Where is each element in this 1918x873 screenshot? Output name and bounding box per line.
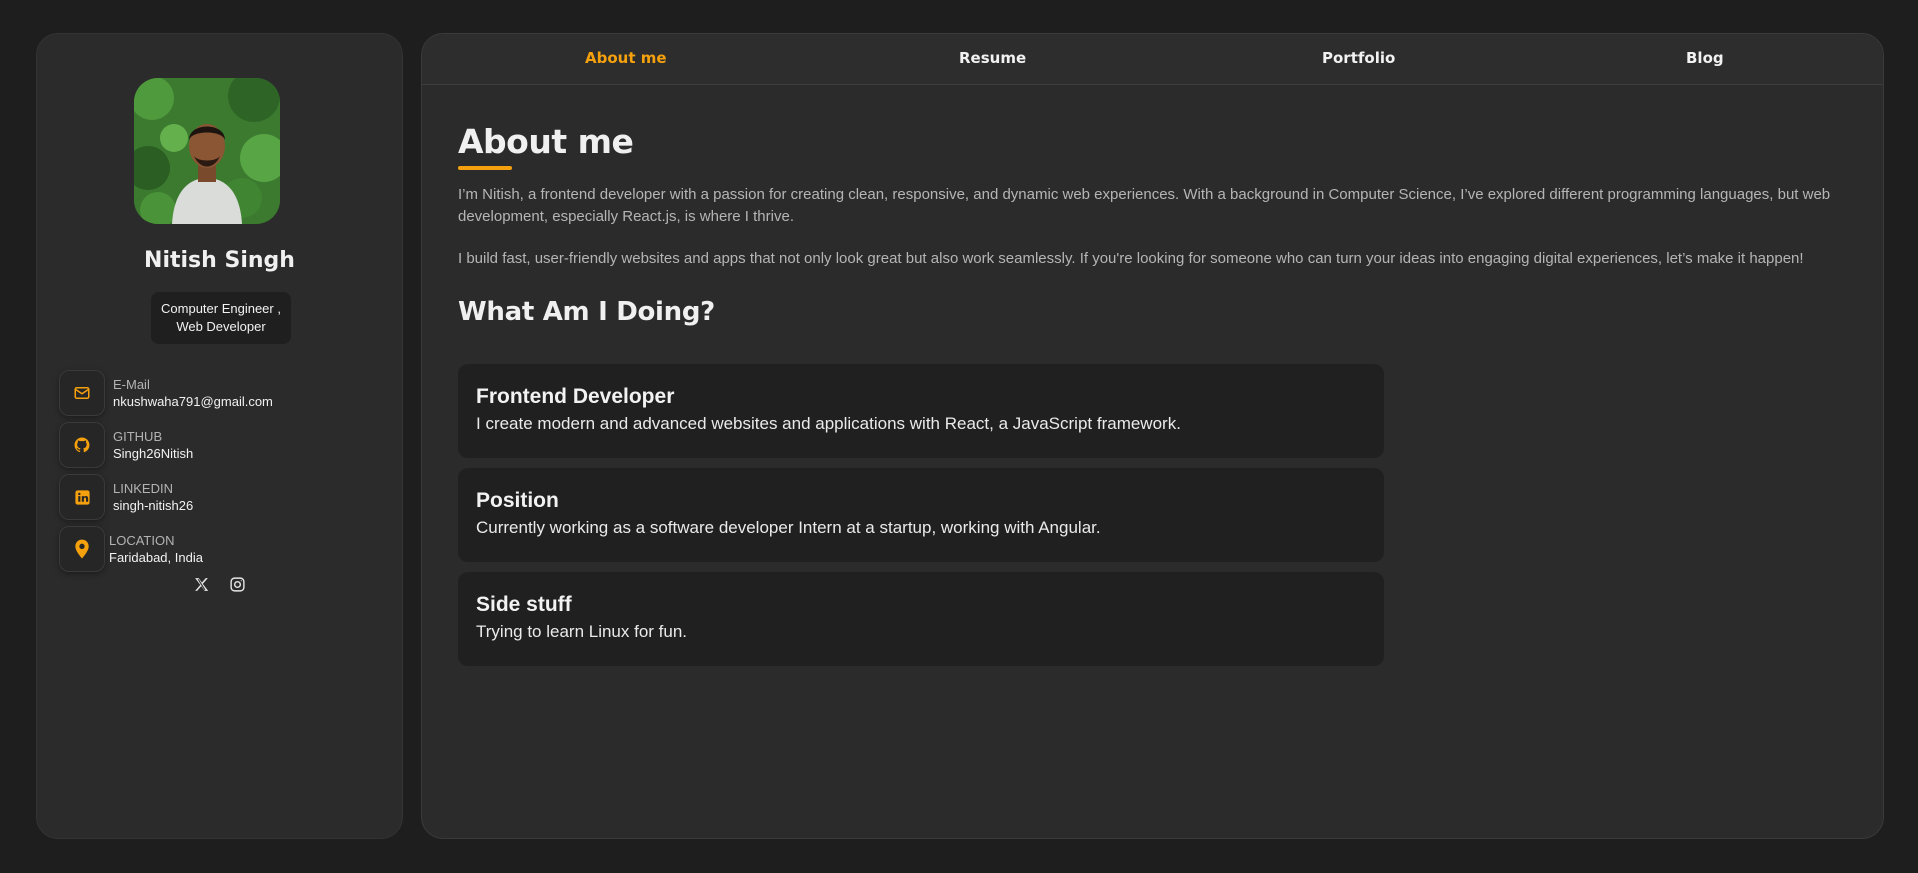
contact-linkedin: LINKEDIN singh-nitish26 [59, 473, 193, 521]
card-title: Side stuff [476, 593, 572, 616]
about-paragraph-1: I’m Nitish, a frontend developer with a … [458, 186, 1831, 225]
email-link[interactable]: nkushwaha791@gmail.com [113, 393, 273, 411]
avatar [134, 78, 280, 224]
card-title: Position [476, 489, 559, 512]
linkedin-link[interactable]: singh-nitish26 [113, 497, 193, 515]
nav-blog[interactable]: Blog [1686, 49, 1724, 67]
service-card: Side stuff Trying to learn Linux for fun… [458, 572, 1384, 666]
nav-portfolio[interactable]: Portfolio [1322, 49, 1395, 67]
instagram-icon[interactable] [228, 574, 248, 594]
main-panel: About me Resume Portfolio Blog About me … [421, 33, 1884, 839]
card-description: I create modern and advanced websites an… [476, 414, 1181, 433]
mail-icon [59, 370, 105, 416]
card-description: Trying to learn Linux for fun. [476, 622, 688, 641]
contact-label: E-Mail [113, 376, 150, 392]
card-description: Currently working as a software develope… [476, 518, 1101, 537]
role-badge: Computer Engineer , Web Developer [151, 292, 291, 344]
section-title: What Am I Doing? [458, 297, 715, 327]
page-title: About me [458, 122, 634, 161]
title-underline [458, 166, 512, 170]
contact-label: LINKEDIN [113, 480, 173, 496]
contact-email: E-Mail nkushwaha791@gmail.com [59, 369, 273, 417]
contact-label: LOCATION [109, 532, 175, 548]
top-navbar: About me Resume Portfolio Blog [422, 34, 1883, 85]
github-icon [59, 422, 105, 468]
service-card: Frontend Developer I create modern and a… [458, 364, 1384, 458]
x-twitter-icon[interactable] [192, 574, 212, 594]
service-card: Position Currently working as a software… [458, 468, 1384, 562]
contact-location: LOCATION Faridabad, India [59, 525, 203, 573]
role-line-1: Computer Engineer , [161, 301, 281, 316]
contact-github: GITHUB Singh26Nitish [59, 421, 193, 469]
social-links [37, 574, 402, 594]
linkedin-icon [59, 474, 105, 520]
card-title: Frontend Developer [476, 385, 675, 408]
location-pin-icon [59, 526, 105, 572]
nav-about-me[interactable]: About me [585, 49, 667, 67]
about-paragraph-2: I build fast, user-friendly websites and… [458, 250, 1804, 267]
github-link[interactable]: Singh26Nitish [113, 445, 193, 463]
contact-label: GITHUB [113, 428, 163, 444]
nav-resume[interactable]: Resume [959, 49, 1026, 67]
role-line-2: Web Developer [176, 319, 266, 334]
profile-sidebar: Nitish Singh Computer Engineer , Web Dev… [36, 33, 403, 839]
profile-name: Nitish Singh [144, 248, 295, 273]
location-value: Faridabad, India [109, 549, 203, 565]
